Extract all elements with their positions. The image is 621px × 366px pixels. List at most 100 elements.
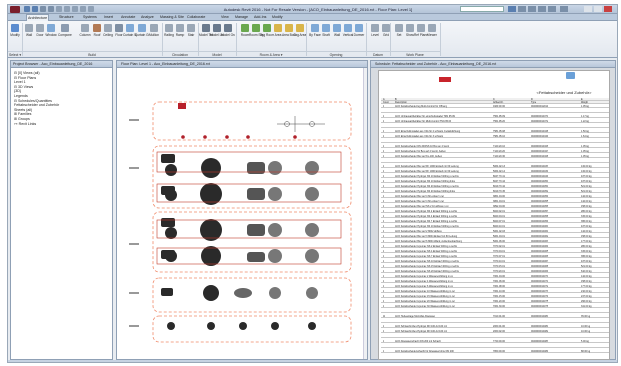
tab-annotate[interactable]: Annotate bbox=[120, 14, 136, 21]
table-row[interactable]: 1 ACO Fettabscheider Lipumax 4 Wassereinf… bbox=[381, 280, 609, 283]
tab-manage[interactable]: Manage bbox=[234, 14, 249, 21]
open-icon[interactable] bbox=[24, 6, 30, 12]
table-row[interactable]: 1 ACO Fettabscheider Hydrojet NS 10 Einla… bbox=[381, 225, 609, 228]
table-row[interactable]: 1 ACO Fettabscheider Box auf FF 1000 Einl… bbox=[381, 170, 609, 173]
table-row[interactable]: 1 ACO Fettabscheider Hydrojet NS 2 Einlau… bbox=[381, 210, 609, 213]
table-row[interactable]: 1 ACO Fettabscheider Hydrojet NS 20 Einla… bbox=[381, 190, 609, 193]
table-row[interactable]: 1 ACO Schlauchrollen-Hydrojet DN 100 Ad 1… bbox=[381, 325, 609, 328]
tab-add-ins[interactable]: Add-Ins bbox=[253, 14, 267, 21]
stair-button[interactable]: Stair bbox=[186, 24, 196, 38]
modify-button[interactable]: Modify bbox=[10, 24, 20, 38]
save-icon[interactable] bbox=[32, 6, 38, 12]
search-input[interactable] bbox=[460, 6, 504, 12]
table-row[interactable]: 1 ACO Fettabscheider Lipumax 20 Wasserein… bbox=[381, 300, 609, 303]
revit-logo-icon[interactable] bbox=[10, 6, 20, 13]
table-row[interactable]: 1 ACO Einschubinstadel aus V4A für 3 schr… bbox=[381, 135, 609, 138]
tab-analyze[interactable]: Analyze bbox=[140, 14, 155, 21]
floor-plan-canvas[interactable] bbox=[117, 68, 365, 360]
table-row[interactable]: 1 ACO Einschubinstadel aus V4A für 2 schr… bbox=[381, 130, 609, 133]
table-row[interactable]: 1 ACO Fettabscheider Lipumax NS 7 Einlauf… bbox=[381, 255, 609, 258]
dormer-button[interactable]: Dormer bbox=[354, 24, 364, 38]
communication-icon[interactable] bbox=[528, 6, 536, 12]
schedule-view[interactable]: Schedule: Fettabscheider und Zubehör - A… bbox=[370, 60, 616, 360]
ribbon-group-label[interactable]: Build bbox=[22, 51, 162, 57]
table-row[interactable]: 1 ACO Fettabscheider Hydrojet NS 10 Einla… bbox=[381, 180, 609, 183]
measure-icon[interactable] bbox=[64, 6, 70, 12]
table-row[interactable] bbox=[381, 125, 609, 128]
table-row[interactable]: 11 ACO Hebeanlage Muli-Max Abwasser 7010.0… bbox=[381, 315, 609, 318]
browser-tree-item[interactable]: ⊶ Revit Links bbox=[14, 122, 36, 127]
model-group-button[interactable]: Model Group bbox=[221, 24, 235, 38]
section-icon[interactable] bbox=[80, 6, 86, 12]
table-row[interactable]: 1 ACO Fettabscheider Box auf 4 60 einlauf… bbox=[381, 200, 609, 203]
table-row[interactable]: 1 ACO Fettabscheider Lipumax NS 10 Einlau… bbox=[381, 260, 609, 263]
table-row[interactable]: 1 ACO Fettabscheider Box auf FF 1000 Einl… bbox=[381, 165, 609, 168]
table-row[interactable] bbox=[381, 110, 609, 113]
search-icon[interactable] bbox=[508, 6, 516, 12]
table-row[interactable] bbox=[381, 310, 609, 313]
ribbon-group-label[interactable]: Model bbox=[198, 51, 236, 57]
table-row[interactable]: 1 ACO Fettabscheider Hydrojet NS 4 Einlau… bbox=[381, 215, 609, 218]
table-row[interactable]: 1 ACO Fettabscheider für Box auf 4-Ventil… bbox=[381, 150, 609, 153]
maximize-icon[interactable] bbox=[594, 6, 602, 12]
table-row[interactable]: 1 ACO Fettabscheider Lipumax NS 2 Einlauf… bbox=[381, 245, 609, 248]
ribbon-group-label[interactable]: Room & Area ▾ bbox=[236, 51, 306, 57]
ribbon-group-label[interactable]: Datum bbox=[366, 51, 390, 57]
tab-modify[interactable]: Modify bbox=[271, 14, 284, 21]
ribbon-group-label[interactable]: Circulation bbox=[162, 51, 198, 57]
table-row[interactable] bbox=[381, 335, 609, 338]
table-row[interactable] bbox=[381, 320, 609, 323]
table-row[interactable]: 1 ACO Abwasserschacht DN 200 mit Schacht 7… bbox=[381, 340, 609, 343]
close-icon[interactable] bbox=[604, 6, 612, 12]
3d-view-icon[interactable] bbox=[72, 6, 78, 12]
viewer-button[interactable]: Viewer bbox=[427, 24, 437, 38]
tab-collaborate[interactable]: Collaborate bbox=[186, 14, 206, 21]
table-row[interactable]: 1 ACO Fettabscheider Lipumax 6 Wassereinf… bbox=[381, 285, 609, 288]
undo-icon[interactable] bbox=[40, 6, 46, 12]
table-row[interactable]: 1 ACO Fettabscheider Box auf 3 8004 Einla… bbox=[381, 235, 609, 238]
favorites-icon[interactable] bbox=[538, 6, 546, 12]
table-row[interactable]: 1 ACO Fettabscheider Box auf 2 8002 abflu… bbox=[381, 230, 609, 233]
curtain-grid-button[interactable]: Curtain Grid bbox=[135, 24, 149, 38]
print-icon[interactable] bbox=[56, 6, 62, 12]
table-row[interactable]: 1 ACO Schlauchrollen-Hydrojet DN 100 Ad 1… bbox=[381, 330, 609, 333]
table-row[interactable]: 1 ACO Fettabscheider Lipumax 15 Wasserein… bbox=[381, 295, 609, 298]
table-row[interactable]: 1 ACO Fettabscheider DN 200/NS 10 Box an … bbox=[381, 145, 609, 148]
table-row[interactable]: 1 ACO Fettabscheider Lipumax NS 15 Einlau… bbox=[381, 265, 609, 268]
table-row[interactable]: 1 ACO Fettabscheider Lipumax NS 20 Einlau… bbox=[381, 270, 609, 273]
tab-massing-site[interactable]: Massing & Site bbox=[159, 14, 185, 21]
table-row[interactable]: 1 ACO Fettabscheider Box auf 6 8004 Wand,… bbox=[381, 240, 609, 243]
mullion-button[interactable]: Mullion bbox=[149, 24, 159, 38]
tab-view[interactable]: View bbox=[220, 14, 230, 21]
ribbon-group-label[interactable]: Work Plane bbox=[390, 51, 440, 57]
text-icon[interactable] bbox=[88, 6, 94, 12]
tag-area-button[interactable]: Tag Area bbox=[294, 24, 306, 38]
table-row[interactable]: 1 ACO Fettabscheiderschacht für Abwasserr… bbox=[381, 350, 609, 353]
table-header-row[interactable]: Count Description Artikel-Nr. Type Weight bbox=[381, 101, 609, 104]
redo-icon[interactable] bbox=[48, 6, 54, 12]
tab-architecture[interactable]: Architecture bbox=[26, 14, 50, 21]
table-row[interactable]: 1 ACO Fettabscheider Box auf 4 60 einlauf… bbox=[381, 195, 609, 198]
table-row[interactable]: 1 ACO Fettabscheider Lipumax 30 Wasserein… bbox=[381, 305, 609, 308]
table-row[interactable]: 1 ACO Fettabscheider Lipumax 2 Wassereinf… bbox=[381, 275, 609, 278]
tab-structure[interactable]: Structure bbox=[58, 14, 75, 21]
column-button[interactable]: Column bbox=[80, 24, 90, 38]
sign-in-icon[interactable] bbox=[548, 6, 556, 12]
floor-plan-view[interactable]: Floor Plan: Level 1 - Aco_Einbauanleitun… bbox=[116, 60, 368, 360]
table-row[interactable]: 1 ACO Fettabscheider Lipumax 10 Wasserein… bbox=[381, 290, 609, 293]
help-icon[interactable] bbox=[560, 6, 568, 12]
table-row[interactable]: 1 ACO Fettabscheider Box auf NS 2 10 abfl… bbox=[381, 205, 609, 208]
plan-vertical-scrollbar[interactable] bbox=[363, 68, 367, 359]
table-row[interactable]: 1 ACO Fettabscheider Box auf KL-100, Auße… bbox=[381, 155, 609, 158]
table-row[interactable] bbox=[381, 160, 609, 163]
table-row[interactable] bbox=[381, 140, 609, 143]
ribbon-group-label[interactable]: Select ▾ bbox=[8, 51, 22, 57]
table-row[interactable]: 1 ACO Fettabscheider Hydrojet NS 20 Einla… bbox=[381, 185, 609, 188]
component-button[interactable]: Component bbox=[58, 24, 72, 38]
subscription-icon[interactable] bbox=[518, 6, 526, 12]
table-row[interactable]: 1 ACO Fettabscheider Lipumax NS 4 Einlauf… bbox=[381, 250, 609, 253]
tab-systems[interactable]: Systems bbox=[82, 14, 98, 21]
table-row[interactable]: 1 ACO Fettabscheider Hydrojet NS 7 Einlau… bbox=[381, 220, 609, 223]
minimize-icon[interactable] bbox=[584, 6, 592, 12]
table-row[interactable]: 1 ACO Fettabscheider Hydrojet NS 10 Einla… bbox=[381, 175, 609, 178]
